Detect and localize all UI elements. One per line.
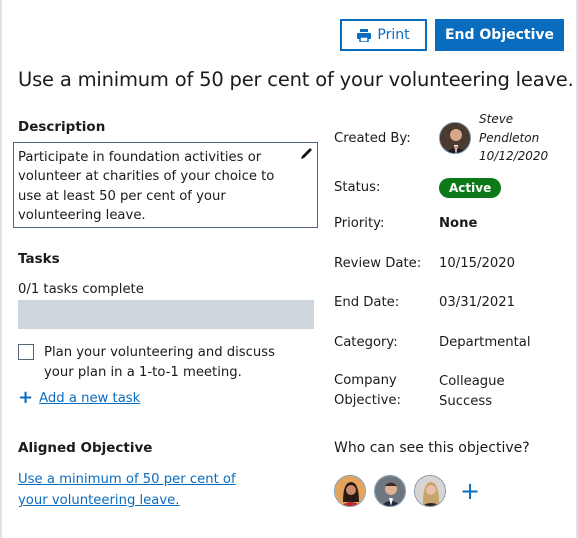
tasks-progress-bar	[18, 300, 314, 329]
visibility-label: Who can see this objective?	[334, 440, 530, 456]
tasks-complete-count: 0/1 tasks complete	[18, 282, 144, 297]
page-title: Use a minimum of 50 per cent of your vol…	[18, 68, 574, 91]
category-label: Category:	[334, 335, 398, 350]
company-objective-value: Colleague Success	[439, 372, 505, 412]
priority-label: Priority:	[334, 216, 385, 231]
person-photo-icon	[335, 476, 365, 506]
print-button[interactable]: Print	[340, 19, 427, 51]
task-label: Plan your volunteering and discuss your …	[44, 345, 276, 380]
add-viewer-button[interactable]: +	[460, 479, 480, 503]
end-objective-button[interactable]: End Objective	[435, 19, 564, 51]
review-date-label: Review Date:	[334, 256, 422, 271]
end-date-label: End Date:	[334, 295, 400, 310]
company-objective-value-line2: Success	[439, 394, 493, 409]
aligned-objective-label: Aligned Objective	[18, 440, 153, 456]
review-date-value: 10/15/2020	[439, 256, 516, 271]
company-objective-value-line1: Colleague	[439, 374, 505, 389]
person-photo-icon	[440, 123, 470, 153]
viewer-avatar[interactable]	[334, 475, 366, 507]
created-by-label: Created By:	[334, 131, 411, 146]
viewer-avatar[interactable]	[374, 475, 406, 507]
company-objective-label: Company Objective:	[334, 371, 401, 411]
tasks-label: Tasks	[18, 251, 60, 267]
person-photo-icon	[375, 476, 405, 506]
company-objective-label-line2: Objective:	[334, 393, 401, 408]
created-date: 10/12/2020	[479, 149, 549, 163]
description-label: Description	[18, 119, 106, 135]
creator-avatar[interactable]	[439, 122, 471, 154]
print-label: Print	[377, 27, 410, 43]
viewer-avatar[interactable]	[414, 475, 446, 507]
task-checkbox[interactable]	[18, 344, 34, 360]
status-badge: Active	[439, 178, 502, 198]
add-task-label: Add a new task	[39, 390, 141, 406]
end-date-value: 03/31/2021	[439, 295, 516, 310]
description-text: Participate in foundation activities or …	[18, 150, 275, 223]
creator-info: Steve Pendleton 10/12/2020	[479, 110, 548, 166]
creator-last-name: Pendleton	[479, 130, 540, 145]
objective-panel: Print End Objective Use a minimum of 50 …	[0, 0, 578, 538]
viewer-list: +	[334, 475, 480, 507]
creator-first-name: Steve	[479, 112, 514, 126]
printer-icon	[357, 28, 372, 42]
pencil-icon[interactable]	[299, 147, 313, 161]
aligned-objective-link[interactable]: Use a minimum of 50 per cent of your vol…	[18, 469, 248, 511]
person-photo-icon	[415, 476, 445, 506]
priority-value: None	[439, 216, 478, 231]
company-objective-label-line1: Company	[334, 373, 397, 388]
plus-icon: +	[18, 387, 34, 408]
add-task-link[interactable]: + Add a new task	[18, 389, 140, 407]
status-label: Status:	[334, 180, 381, 195]
description-field[interactable]: Participate in foundation activities or …	[13, 142, 318, 228]
category-value: Departmental	[439, 335, 531, 350]
